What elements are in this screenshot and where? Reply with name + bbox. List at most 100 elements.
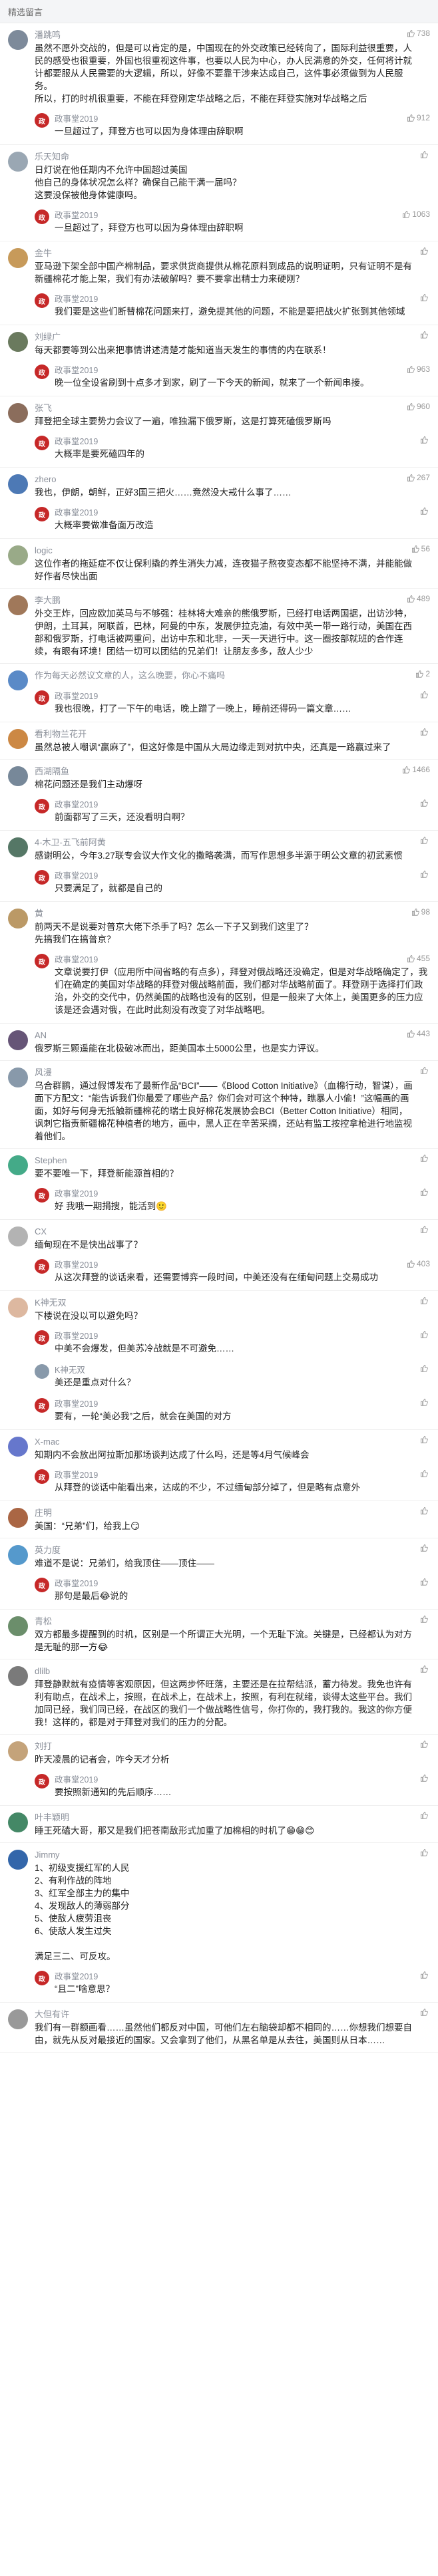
like-button[interactable] xyxy=(420,150,430,158)
comment-username[interactable]: 大但有许 xyxy=(35,2008,430,2021)
reply-username[interactable]: 政事堂2019 xyxy=(55,954,430,966)
like-button[interactable] xyxy=(420,1364,430,1372)
comment-username[interactable]: 叶丰颖明 xyxy=(35,1811,430,1824)
like-button[interactable] xyxy=(420,331,430,339)
like-button[interactable]: 443 xyxy=(407,1029,430,1038)
like-button[interactable]: 267 xyxy=(407,473,430,482)
comment-username[interactable]: Stephen xyxy=(35,1154,430,1167)
like-button[interactable]: 56 xyxy=(411,544,430,553)
reply-username[interactable]: 政事堂2019 xyxy=(55,436,430,448)
avatar[interactable] xyxy=(8,1666,28,1686)
avatar[interactable] xyxy=(8,1298,28,1318)
comment-username[interactable]: 张飞 xyxy=(35,402,430,415)
author-avatar[interactable]: 政 xyxy=(35,293,49,308)
reply-username[interactable]: 政事堂2019 xyxy=(55,1578,430,1590)
comment-username[interactable]: 英力度 xyxy=(35,1544,430,1557)
like-button[interactable] xyxy=(420,436,430,444)
comment-username[interactable]: 作为每天必然议文章的人，这么晚要，你心不痛吗 xyxy=(35,669,430,682)
like-button[interactable] xyxy=(420,690,430,698)
like-button[interactable] xyxy=(420,293,430,301)
reply-username[interactable]: 政事堂2019 xyxy=(55,1188,430,1200)
reply-username[interactable]: 政事堂2019 xyxy=(55,1469,430,1481)
comment-username[interactable]: X-mac xyxy=(35,1435,430,1449)
avatar[interactable] xyxy=(8,403,28,423)
like-button[interactable] xyxy=(420,1544,430,1552)
author-avatar[interactable]: 政 xyxy=(35,1259,49,1274)
like-button[interactable] xyxy=(420,799,430,807)
author-avatar[interactable]: 政 xyxy=(35,1774,49,1789)
avatar[interactable] xyxy=(8,248,28,268)
comment-username[interactable]: 风漫 xyxy=(35,1066,430,1079)
avatar[interactable] xyxy=(8,766,28,786)
author-avatar[interactable]: 政 xyxy=(35,1398,49,1413)
avatar[interactable] xyxy=(8,595,28,615)
avatar[interactable] xyxy=(8,837,28,857)
comment-username[interactable]: 庄明 xyxy=(35,1506,430,1520)
like-button[interactable]: 960 xyxy=(407,402,430,411)
like-button[interactable] xyxy=(420,1578,430,1586)
like-button[interactable] xyxy=(420,1188,430,1196)
like-button[interactable] xyxy=(420,1296,430,1304)
reply-username[interactable]: 政事堂2019 xyxy=(55,1259,430,1271)
avatar[interactable] xyxy=(8,1741,28,1761)
author-avatar[interactable]: 政 xyxy=(35,1578,49,1592)
author-avatar[interactable]: 政 xyxy=(35,364,49,379)
like-button[interactable]: 738 xyxy=(407,29,430,38)
avatar[interactable] xyxy=(8,474,28,494)
comment-username[interactable]: CX xyxy=(35,1225,430,1238)
like-button[interactable] xyxy=(420,1330,430,1338)
like-button[interactable] xyxy=(420,2008,430,2016)
author-avatar[interactable]: 政 xyxy=(35,436,49,450)
like-button[interactable] xyxy=(420,247,430,255)
comment-username[interactable]: 金牛 xyxy=(35,247,430,260)
comment-username[interactable]: 刘绿广 xyxy=(35,331,430,344)
author-avatar[interactable]: 政 xyxy=(35,690,49,705)
author-avatar[interactable]: 政 xyxy=(35,799,49,813)
comment-username[interactable]: 潘跳鸣 xyxy=(35,29,430,42)
comment-username[interactable]: Jimmy xyxy=(35,1848,430,1862)
avatar[interactable] xyxy=(8,332,28,352)
author-avatar[interactable]: 政 xyxy=(35,1188,49,1203)
avatar[interactable] xyxy=(8,1850,28,1870)
avatar[interactable] xyxy=(8,152,28,172)
comment-username[interactable]: 黄 xyxy=(35,907,430,921)
like-button[interactable] xyxy=(420,1066,430,1074)
avatar[interactable] xyxy=(8,729,28,749)
comment-username[interactable]: 刘打 xyxy=(35,1740,430,1753)
author-avatar[interactable]: 政 xyxy=(35,870,49,885)
avatar[interactable] xyxy=(8,1437,28,1457)
reply-username[interactable]: 政事堂2019 xyxy=(55,507,430,519)
like-button[interactable] xyxy=(420,1811,430,1819)
reply-username[interactable]: 政事堂2019 xyxy=(55,1774,430,1786)
comment-username[interactable]: logic xyxy=(35,544,430,557)
avatar[interactable] xyxy=(8,545,28,565)
reply-username[interactable]: 政事堂2019 xyxy=(55,870,430,882)
comment-username[interactable]: 看利物兰花开 xyxy=(35,728,430,741)
author-avatar[interactable]: 政 xyxy=(35,1330,49,1345)
reply-username[interactable]: K神无双 xyxy=(55,1364,430,1376)
like-button[interactable] xyxy=(420,1615,430,1623)
like-button[interactable]: 455 xyxy=(407,954,430,963)
avatar[interactable] xyxy=(8,1812,28,1832)
avatar[interactable] xyxy=(8,1030,28,1050)
avatar[interactable] xyxy=(8,1068,28,1087)
author-avatar[interactable]: 政 xyxy=(35,1469,49,1484)
like-button[interactable]: 963 xyxy=(407,364,430,374)
like-button[interactable]: 1063 xyxy=(402,210,430,219)
comment-username[interactable]: 李大鹏 xyxy=(35,594,430,607)
reply-username[interactable]: 政事堂2019 xyxy=(55,1398,430,1410)
like-button[interactable] xyxy=(420,1740,430,1748)
comment-username[interactable]: dlilb xyxy=(35,1665,430,1678)
like-button[interactable] xyxy=(420,507,430,515)
like-button[interactable]: 403 xyxy=(407,1259,430,1268)
like-button[interactable] xyxy=(420,1848,430,1856)
like-button[interactable] xyxy=(420,1225,430,1233)
avatar[interactable] xyxy=(8,1155,28,1175)
like-button[interactable] xyxy=(420,836,430,844)
reply-username[interactable]: 政事堂2019 xyxy=(55,799,430,811)
comment-username[interactable]: 乐天知命 xyxy=(35,150,430,164)
author-avatar[interactable]: 政 xyxy=(35,954,49,968)
like-button[interactable]: 1466 xyxy=(402,765,430,774)
reply-username[interactable]: 政事堂2019 xyxy=(55,293,430,305)
like-button[interactable]: 489 xyxy=(407,594,430,603)
